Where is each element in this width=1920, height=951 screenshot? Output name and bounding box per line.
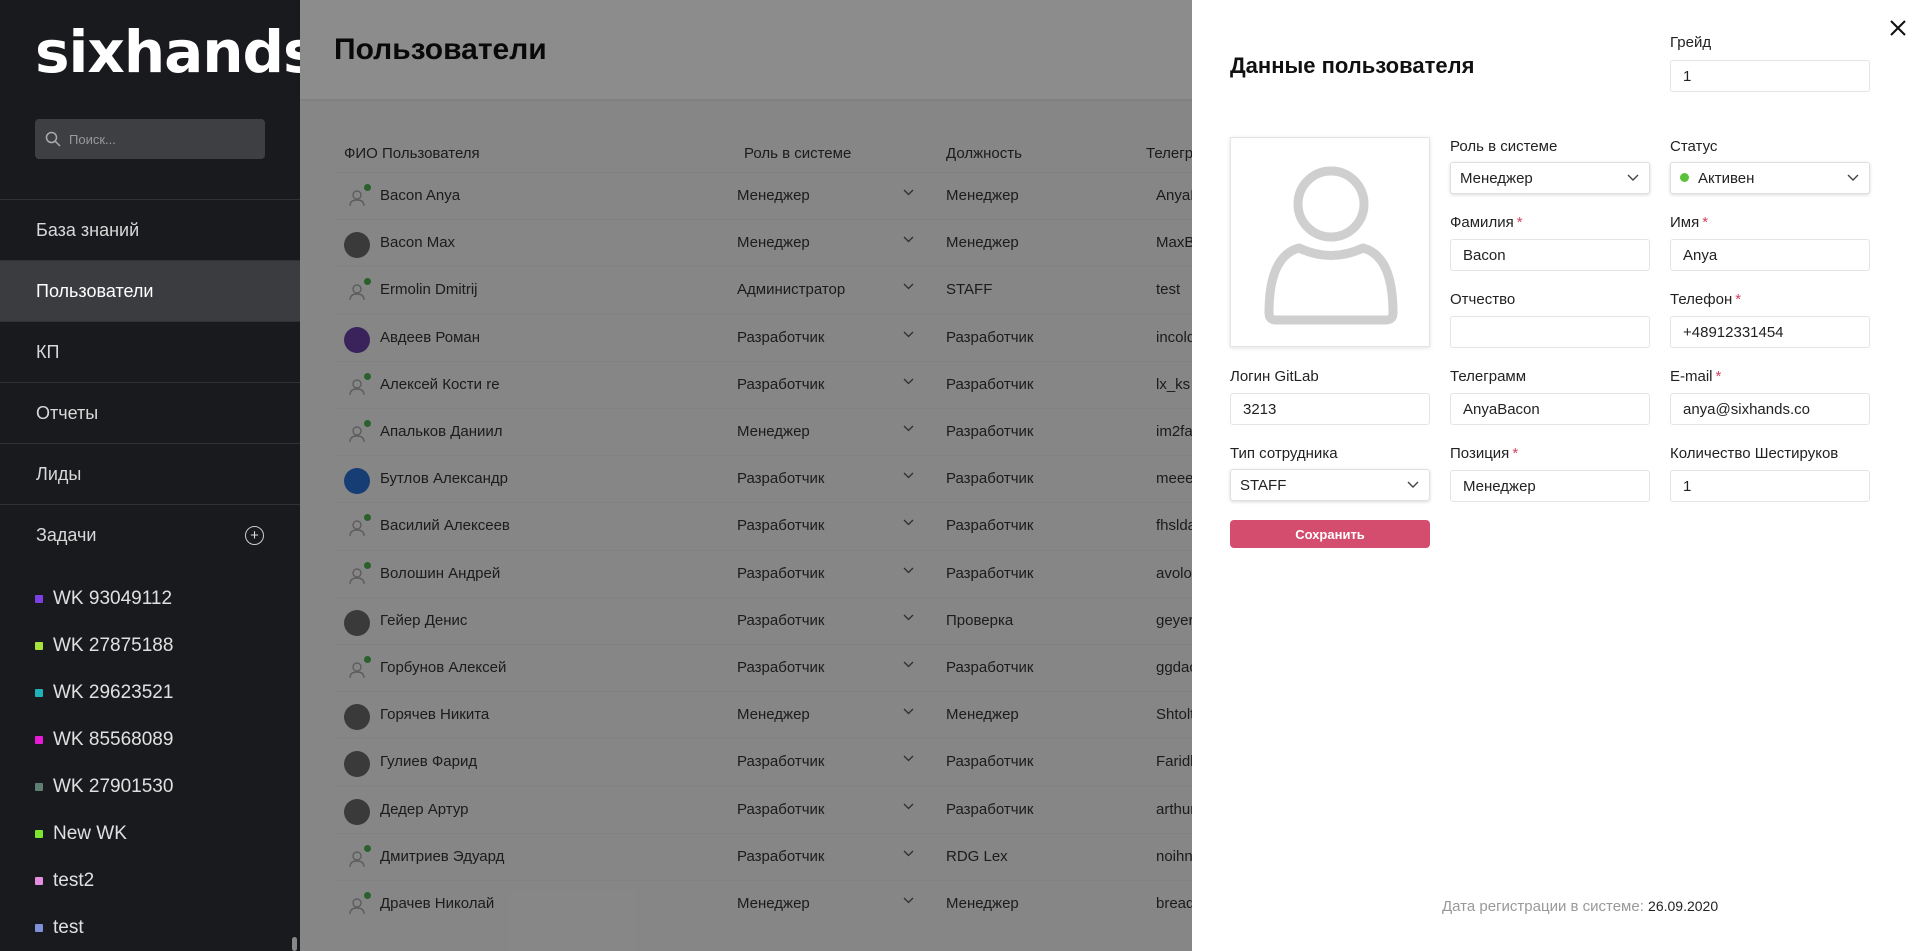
registration-date-value: 26.09.2020 [1648, 898, 1719, 914]
telegram-field[interactable]: AnyaBacon [1450, 393, 1650, 425]
sidebar: sixhands База знаний Пользователи КП Отч… [0, 0, 318, 951]
add-task-icon[interactable]: + [245, 526, 264, 545]
search-input[interactable] [69, 131, 249, 147]
sidebar-task-item[interactable]: test2 [0, 857, 300, 904]
sixhands-count-label: Количество Шестируков [1670, 445, 1839, 462]
grade-field[interactable]: 1 [1670, 60, 1870, 92]
sidebar-item-kp[interactable]: КП [0, 321, 300, 382]
employee-type-select[interactable]: STAFF [1230, 469, 1430, 501]
sidebar-task-item[interactable]: New WK [0, 810, 300, 857]
sidebar-task-item[interactable]: test [0, 904, 300, 951]
sidebar-item-label: База знаний [36, 219, 140, 240]
registration-date-label: Дата регистрации в системе: [1442, 898, 1644, 915]
sidebar-item-tasks[interactable]: Задачи + [0, 504, 300, 565]
sidebar-task-item[interactable]: WK 85568089 [0, 716, 300, 763]
sidebar-task-item[interactable]: WK 29623521 [0, 669, 300, 716]
task-color-icon [35, 594, 43, 603]
position-label: Позиция * [1450, 445, 1519, 462]
status-dot-icon [1680, 173, 1689, 182]
task-list: WK 93049112 WK 27875188 WK 29623521 WK 8556… [0, 575, 300, 951]
task-color-icon [35, 876, 43, 885]
sidebar-item-label: Отчеты [36, 402, 99, 423]
sidebar-nav: База знаний Пользователи КП Отчеты Лиды … [0, 199, 300, 565]
task-color-icon [35, 735, 43, 744]
role-select-value: Менеджер [1460, 170, 1533, 187]
role-select[interactable]: Менеджер [1450, 162, 1650, 194]
search-icon [45, 131, 61, 147]
last-name-label: Фамилия * [1450, 214, 1523, 231]
gitlab-label: Логин GitLab [1230, 368, 1319, 385]
registration-date: Дата регистрации в системе: 26.09.2020 [1442, 898, 1718, 915]
chevron-down-icon [1407, 481, 1419, 488]
sidebar-item-knowledge-base[interactable]: База знаний [0, 199, 300, 260]
sidebar-task-item[interactable]: WK 93049112 [0, 575, 300, 622]
task-label: WK 29623521 [53, 681, 174, 703]
first-name-field[interactable]: Anya [1670, 239, 1870, 271]
role-label: Роль в системе [1450, 138, 1558, 155]
status-select[interactable]: Активен [1670, 162, 1870, 194]
sidebar-task-item[interactable]: WK 27875188 [0, 622, 300, 669]
chevron-down-icon [1847, 174, 1859, 181]
sidebar-item-label: Лиды [36, 463, 82, 484]
sidebar-item-label: Задачи [36, 524, 97, 545]
phone-field[interactable]: +48912331454 [1670, 316, 1870, 348]
position-field[interactable]: Менеджер [1450, 470, 1650, 502]
task-color-icon [35, 641, 43, 650]
user-placeholder-icon [1264, 166, 1398, 325]
middle-name-label: Отчество [1450, 291, 1516, 308]
telegram-label: Телеграмм [1450, 368, 1527, 385]
chevron-down-icon [1627, 174, 1639, 181]
phone-label: Телефон * [1670, 291, 1742, 308]
sidebar-item-label: КП [36, 341, 60, 362]
middle-name-field[interactable] [1450, 316, 1650, 348]
avatar[interactable] [1230, 137, 1430, 347]
first-name-label: Имя * [1670, 214, 1709, 231]
task-label: WK 27875188 [53, 634, 174, 656]
status-select-value: Активен [1698, 170, 1755, 187]
sidebar-task-item[interactable]: WK 27901530 [0, 763, 300, 810]
sidebar-item-users[interactable]: Пользователи [0, 260, 300, 321]
task-label: WK 27901530 [53, 775, 174, 797]
save-button[interactable]: Сохранить [1230, 520, 1430, 548]
close-icon[interactable] [1886, 16, 1910, 40]
task-label: WK 93049112 [53, 587, 173, 609]
gitlab-field[interactable]: 3213 [1230, 393, 1430, 425]
search-box[interactable] [35, 119, 265, 159]
employee-type-value: STAFF [1240, 477, 1287, 494]
last-name-field[interactable]: Bacon [1450, 239, 1650, 271]
grade-label: Грейд [1670, 34, 1712, 51]
task-color-icon [35, 923, 43, 932]
email-label: E-mail * [1670, 368, 1722, 385]
sidebar-item-leads[interactable]: Лиды [0, 443, 300, 504]
sidebar-item-reports[interactable]: Отчеты [0, 382, 300, 443]
task-label: New WK [53, 822, 127, 844]
user-details-drawer: Данные пользователя Грейд 1 Роль в систе… [1192, 0, 1920, 951]
task-label: WK 85568089 [53, 728, 174, 750]
status-label: Статус [1670, 138, 1718, 155]
logo[interactable]: sixhands [35, 18, 318, 86]
sidebar-scrollbar[interactable] [292, 937, 297, 951]
drawer-title: Данные пользователя [1230, 53, 1475, 78]
sixhands-count-field[interactable]: 1 [1670, 470, 1870, 502]
sidebar-item-label: Пользователи [36, 280, 154, 301]
task-color-icon [35, 829, 43, 838]
task-color-icon [35, 782, 43, 791]
task-color-icon [35, 688, 43, 697]
email-field[interactable]: anya@sixhands.co [1670, 393, 1870, 425]
task-label: test [53, 916, 84, 938]
employee-type-label: Тип сотрудника [1230, 445, 1338, 462]
task-label: test2 [53, 869, 95, 891]
